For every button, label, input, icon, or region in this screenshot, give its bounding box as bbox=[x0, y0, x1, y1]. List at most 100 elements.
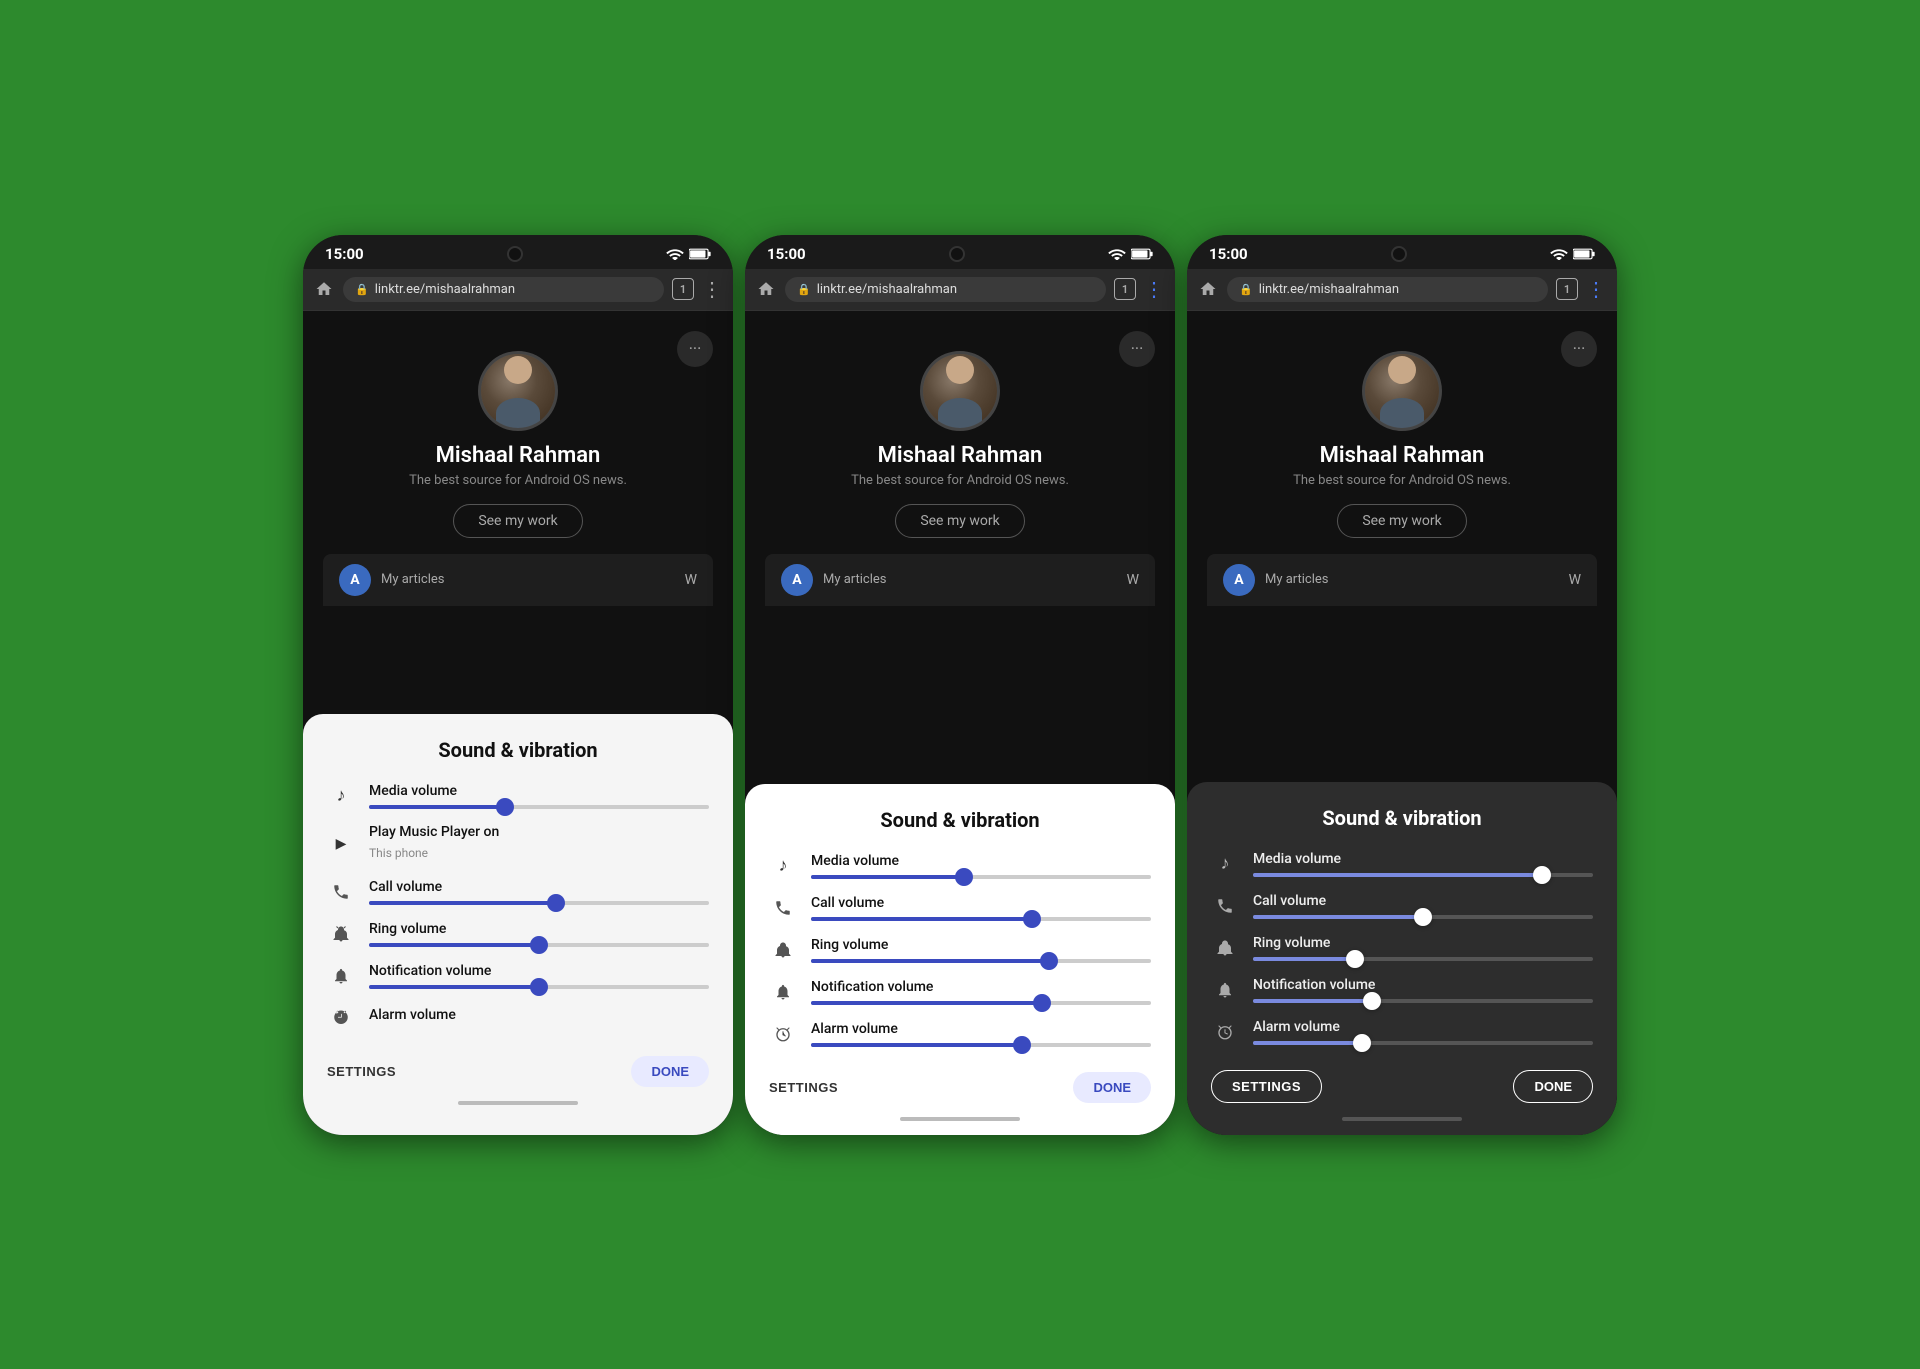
vol-row-call-1: Call volume bbox=[327, 878, 709, 906]
see-work-btn-1[interactable]: See my work bbox=[453, 504, 582, 538]
home-icon-2[interactable] bbox=[755, 278, 777, 300]
media-slider-2[interactable] bbox=[811, 875, 1151, 879]
time-1: 15:00 bbox=[325, 245, 364, 263]
call-slider-3[interactable] bbox=[1253, 915, 1593, 919]
vol-row-media-1: ♪ Media volume bbox=[327, 782, 709, 810]
avatar-3 bbox=[1362, 351, 1442, 431]
phone-1-screen: 15:00 🔒 linktr.ee/mishaalrahman 1 bbox=[303, 235, 733, 1135]
notif-slider-3[interactable] bbox=[1253, 999, 1593, 1003]
alarm-icon-2 bbox=[769, 1020, 797, 1048]
browser-more-3[interactable]: ⋮ bbox=[1586, 277, 1607, 301]
call-label-3: Call volume bbox=[1253, 893, 1593, 909]
notif-label-2: Notification volume bbox=[811, 979, 1151, 995]
vol-row-call-2: Call volume bbox=[769, 894, 1151, 922]
url-bar-1[interactable]: 🔒 linktr.ee/mishaalrahman bbox=[343, 277, 664, 302]
notif-label-3: Notification volume bbox=[1253, 977, 1593, 993]
ring-slider-2[interactable] bbox=[811, 959, 1151, 963]
notif-label-1: Notification volume bbox=[369, 963, 709, 979]
camera-notch-3 bbox=[1391, 246, 1407, 262]
url-bar-2[interactable]: 🔒 linktr.ee/mishaalrahman bbox=[785, 277, 1106, 302]
call-slider-1[interactable] bbox=[369, 901, 709, 905]
media-slider-1[interactable] bbox=[369, 805, 709, 809]
phone-2-screen: 15:00 🔒 linktr.ee/mishaalrahman 1 bbox=[745, 235, 1175, 1135]
ring-icon-3 bbox=[1211, 934, 1239, 962]
vol-row-alarm-3: Alarm volume bbox=[1211, 1018, 1593, 1046]
sound-panel-3: Sound & vibration ♪ Media volume bbox=[1187, 782, 1617, 1135]
settings-btn-2[interactable]: SETTINGS bbox=[769, 1080, 838, 1095]
tab-count-3[interactable]: 1 bbox=[1556, 278, 1578, 300]
settings-btn-3[interactable]: SETTINGS bbox=[1211, 1070, 1322, 1103]
status-icons-3 bbox=[1550, 247, 1595, 260]
vol-row-media-2: ♪ Media volume bbox=[769, 852, 1151, 880]
profile-name-3: Mishaal Rahman bbox=[1320, 443, 1485, 468]
home-indicator-2 bbox=[769, 1103, 1151, 1135]
phone-2: 15:00 🔒 linktr.ee/mishaalrahman 1 bbox=[745, 235, 1175, 1135]
vol-row-call-3: Call volume bbox=[1211, 892, 1593, 920]
browser-more-2[interactable]: ⋮ bbox=[1144, 277, 1165, 301]
done-btn-2[interactable]: DONE bbox=[1073, 1072, 1151, 1103]
battery-icon-2 bbox=[1131, 248, 1153, 260]
media-slider-3[interactable] bbox=[1253, 873, 1593, 877]
avatar-1 bbox=[478, 351, 558, 431]
url-text-1: linktr.ee/mishaalrahman bbox=[375, 282, 515, 297]
alarm-label-2: Alarm volume bbox=[811, 1021, 1151, 1037]
status-bar-1: 15:00 bbox=[303, 235, 733, 269]
call-label-1: Call volume bbox=[369, 879, 709, 895]
profile-name-2: Mishaal Rahman bbox=[878, 443, 1043, 468]
time-2: 15:00 bbox=[767, 245, 806, 263]
home-icon-3[interactable] bbox=[1197, 278, 1219, 300]
tab-count-1[interactable]: 1 bbox=[672, 278, 694, 300]
profile-subtitle-1: The best source for Android OS news. bbox=[409, 473, 627, 488]
phone-3-screen: 15:00 🔒 linktr.ee/mishaalrahman 1 bbox=[1187, 235, 1617, 1135]
url-text-2: linktr.ee/mishaalrahman bbox=[817, 282, 957, 297]
profile-subtitle-2: The best source for Android OS news. bbox=[851, 473, 1069, 488]
more-circle-1[interactable]: ··· bbox=[677, 331, 713, 367]
more-circle-3[interactable]: ··· bbox=[1561, 331, 1597, 367]
see-work-btn-3[interactable]: See my work bbox=[1337, 504, 1466, 538]
bell-icon-2 bbox=[769, 978, 797, 1006]
phone-icon-1 bbox=[327, 878, 355, 906]
phone-3: 15:00 🔒 linktr.ee/mishaalrahman 1 bbox=[1187, 235, 1617, 1135]
alarm-slider-2[interactable] bbox=[811, 1043, 1151, 1047]
home-bar-3 bbox=[1342, 1117, 1462, 1121]
alarm-icon-1 bbox=[327, 1004, 355, 1032]
articles-more-3: W bbox=[1569, 572, 1581, 588]
settings-btn-1[interactable]: SETTINGS bbox=[327, 1064, 396, 1079]
vol-row-alarm-1: Alarm volume bbox=[327, 1004, 709, 1032]
notif-slider-2[interactable] bbox=[811, 1001, 1151, 1005]
url-text-3: linktr.ee/mishaalrahman bbox=[1259, 282, 1399, 297]
panel-footer-3: SETTINGS DONE bbox=[1211, 1062, 1593, 1103]
articles-text-2: My articles bbox=[823, 572, 887, 587]
vol-row-notif-3: Notification volume bbox=[1211, 976, 1593, 1004]
time-3: 15:00 bbox=[1209, 245, 1248, 263]
articles-avatar-3: A bbox=[1223, 564, 1255, 596]
ring-slider-1[interactable] bbox=[369, 943, 709, 947]
articles-text-3: My articles bbox=[1265, 572, 1329, 587]
notif-slider-1[interactable] bbox=[369, 985, 709, 989]
browser-bar-2: 🔒 linktr.ee/mishaalrahman 1 ⋮ bbox=[745, 269, 1175, 311]
articles-more-1: W bbox=[685, 572, 697, 588]
articles-more-2: W bbox=[1127, 572, 1139, 588]
url-bar-3[interactable]: 🔒 linktr.ee/mishaalrahman bbox=[1227, 277, 1548, 302]
articles-avatar-1: A bbox=[339, 564, 371, 596]
play-sublabel-1: This phone bbox=[369, 846, 709, 860]
home-icon-1[interactable] bbox=[313, 278, 335, 300]
alarm-label-1: Alarm volume bbox=[369, 1007, 709, 1023]
vol-row-notif-1: Notification volume bbox=[327, 962, 709, 990]
home-bar-1 bbox=[458, 1101, 578, 1105]
browser-more-1[interactable]: ⋮ bbox=[702, 277, 723, 301]
done-btn-1[interactable]: DONE bbox=[631, 1056, 709, 1087]
call-slider-2[interactable] bbox=[811, 917, 1151, 921]
sound-panel-1: Sound & vibration ♪ Media volume ▶ bbox=[303, 714, 733, 1135]
alarm-slider-3[interactable] bbox=[1253, 1041, 1593, 1045]
see-work-btn-2[interactable]: See my work bbox=[895, 504, 1024, 538]
ring-slider-3[interactable] bbox=[1253, 957, 1593, 961]
alarm-label-3: Alarm volume bbox=[1253, 1019, 1593, 1035]
done-btn-3[interactable]: DONE bbox=[1513, 1070, 1593, 1103]
status-bar-3: 15:00 bbox=[1187, 235, 1617, 269]
vol-row-alarm-2: Alarm volume bbox=[769, 1020, 1151, 1048]
articles-bar-3: A My articles W bbox=[1207, 554, 1597, 606]
camera-notch-2 bbox=[949, 246, 965, 262]
tab-count-2[interactable]: 1 bbox=[1114, 278, 1136, 300]
more-circle-2[interactable]: ··· bbox=[1119, 331, 1155, 367]
